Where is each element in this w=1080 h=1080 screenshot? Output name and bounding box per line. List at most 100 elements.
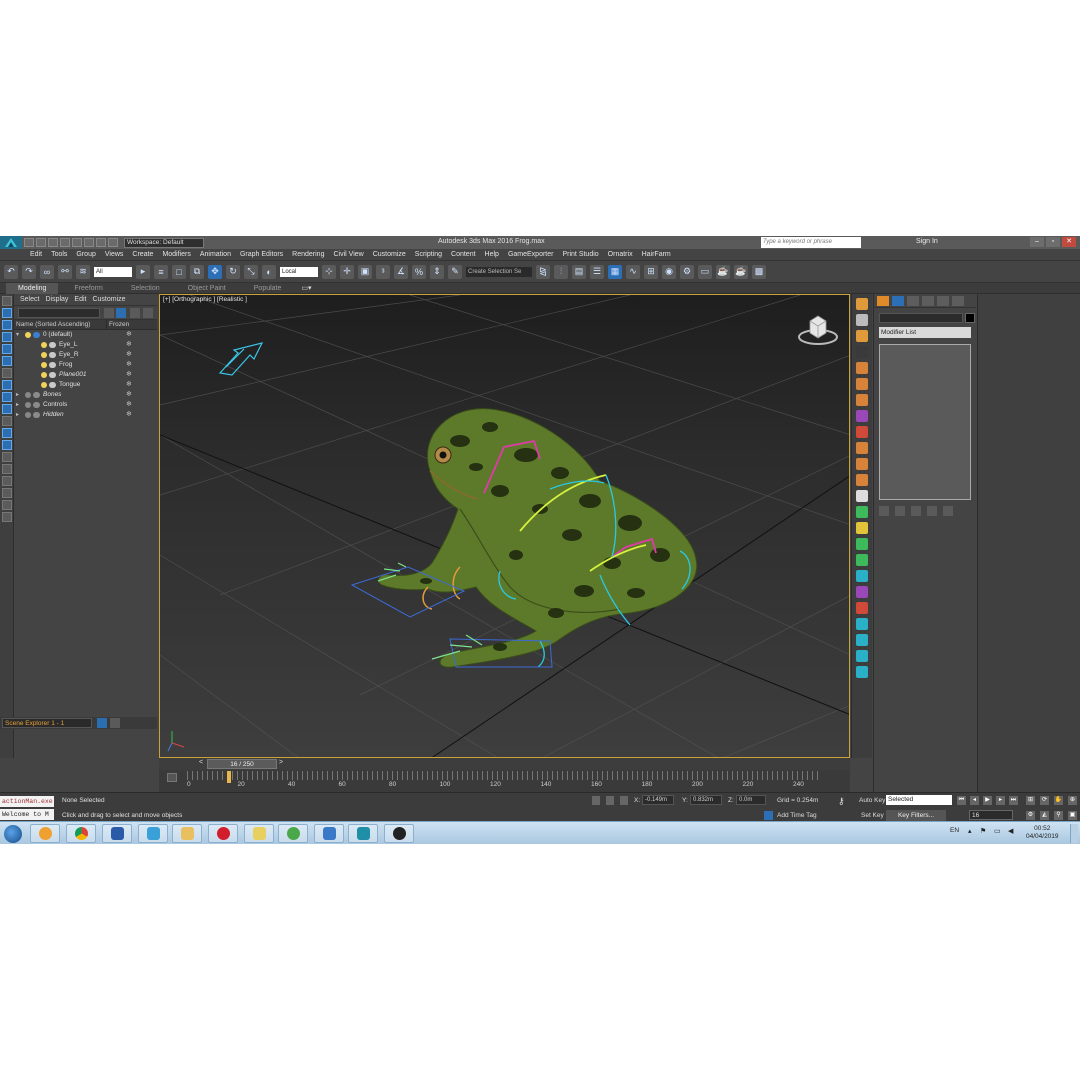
display-geometry-icon[interactable]	[2, 308, 12, 318]
key-filters-button[interactable]: Key Filters...	[886, 810, 946, 821]
ribbon-toggle-icon[interactable]: ▦	[608, 264, 622, 279]
remove-modifier-icon[interactable]	[927, 506, 937, 516]
tool-icon[interactable]	[138, 824, 168, 843]
arm-icon[interactable]	[856, 538, 868, 550]
visibility-icon[interactable]	[41, 362, 47, 368]
tree-row[interactable]: ▸ Controls ❄	[14, 400, 157, 410]
modifier-stack[interactable]	[879, 344, 971, 500]
filter-icon[interactable]	[2, 488, 12, 498]
modifier-list-dropdown[interactable]: Modifier List	[879, 327, 971, 338]
display-shapes-icon[interactable]	[2, 320, 12, 330]
display-all-icon[interactable]	[2, 452, 12, 462]
ribbon-tab-modeling[interactable]: Modeling	[6, 282, 59, 294]
mirror-icon[interactable]: ⧎	[536, 264, 550, 279]
house-icon[interactable]	[856, 298, 868, 310]
play-icon[interactable]: ▶	[983, 796, 992, 805]
foot-icon[interactable]	[856, 522, 868, 534]
wave-icon[interactable]	[856, 650, 868, 662]
expand-icon[interactable]: ▸	[16, 410, 22, 420]
language-indicator[interactable]: EN	[950, 827, 959, 834]
render-activeshade-icon[interactable]: ▩	[752, 264, 766, 279]
render-setup-icon[interactable]: ⚙	[680, 264, 694, 279]
isolate-icon[interactable]	[592, 796, 600, 805]
previous-frame-icon[interactable]: ◂	[970, 796, 979, 805]
remote-icon[interactable]	[314, 824, 344, 843]
pose-icon[interactable]	[856, 506, 868, 518]
display-frozen-icon[interactable]	[2, 428, 12, 438]
percent-snap-icon[interactable]: %	[412, 264, 426, 279]
display-tab-icon[interactable]	[937, 295, 949, 306]
tree-row[interactable]: Frog ❄	[14, 360, 157, 370]
freeze-icon[interactable]: ❄	[126, 400, 132, 410]
sphere-icon[interactable]	[856, 586, 868, 598]
finger-icon[interactable]	[856, 570, 868, 582]
pointer-icon[interactable]	[856, 490, 868, 502]
sign-in-link[interactable]: Sign In	[916, 238, 938, 245]
lock-icon[interactable]	[2, 512, 12, 522]
display-lights-icon[interactable]	[2, 332, 12, 342]
layer-explorer-icon[interactable]: ▤	[572, 264, 586, 279]
menu-item-help[interactable]: Help	[485, 251, 499, 258]
ribbon-minimize-icon[interactable]: ▭▾	[301, 284, 311, 292]
viewport-label[interactable]: [+] [Orthographic ] [Realistic ]	[163, 296, 247, 303]
visibility-icon[interactable]	[25, 392, 31, 398]
tree-row[interactable]: Tongue ❄	[14, 380, 157, 390]
skin-icon[interactable]	[856, 618, 868, 630]
viewport-perspective[interactable]: [+] [Orthographic ] [Realistic ]	[159, 294, 850, 758]
menu-item-modifiers[interactable]: Modifiers	[162, 251, 190, 258]
select-and-move-icon[interactable]: ✥	[208, 264, 222, 279]
motion-tab-icon[interactable]	[922, 295, 934, 306]
absolute-mode-icon[interactable]	[620, 796, 628, 805]
window-crossing-icon[interactable]: ⧉	[190, 264, 204, 279]
selection-lock-icon[interactable]	[606, 796, 614, 805]
utorrent-icon[interactable]	[278, 824, 308, 843]
window-icon[interactable]	[96, 238, 106, 247]
rect-selection-icon[interactable]: □	[172, 264, 186, 279]
visibility-icon[interactable]	[25, 332, 31, 338]
system-clock[interactable]: 00:52 04/04/2019	[1026, 825, 1059, 841]
save-icon[interactable]	[48, 238, 58, 247]
menu-item-scripting[interactable]: Scripting	[415, 251, 442, 258]
redo-icon[interactable]	[72, 238, 82, 247]
menu-item-rendering[interactable]: Rendering	[292, 251, 324, 258]
menu-item-print-studio[interactable]: Print Studio	[562, 251, 598, 258]
display-spacewarps-icon[interactable]	[2, 368, 12, 378]
menu-item-views[interactable]: Views	[105, 251, 124, 258]
place-icon[interactable]: ◐	[262, 264, 276, 279]
network-icon[interactable]: ▭	[994, 827, 1001, 835]
chrome-icon[interactable]	[66, 824, 96, 843]
minimize-icon[interactable]: –	[1030, 237, 1044, 247]
new-icon[interactable]	[24, 238, 34, 247]
spinner-snap-icon[interactable]: ⇕	[430, 264, 444, 279]
freeze-icon[interactable]: ❄	[126, 380, 132, 390]
undo-icon[interactable]	[60, 238, 70, 247]
explorer-toggle-icon[interactable]	[97, 718, 107, 728]
pin-icon[interactable]	[856, 602, 868, 614]
tree-row[interactable]: ▸ Hidden ❄	[14, 410, 157, 420]
go-to-end-icon[interactable]: ⏭	[1009, 796, 1018, 805]
explorer-icon[interactable]	[172, 824, 202, 843]
display-children-icon[interactable]	[2, 464, 12, 474]
menu-item-content[interactable]: Content	[451, 251, 476, 258]
options-icon[interactable]	[143, 308, 153, 318]
next-frame-icon[interactable]: >	[279, 759, 283, 766]
edit-named-selection-icon[interactable]: ✎	[448, 264, 462, 279]
keyboard-shortcut-icon[interactable]: ▣	[358, 264, 372, 279]
app-icon[interactable]	[102, 824, 132, 843]
menu-item-customize[interactable]: Customize	[373, 251, 406, 258]
show-desktop-button[interactable]	[1070, 824, 1078, 843]
zoom-icon[interactable]: ⊕	[1068, 796, 1077, 805]
start-button-icon[interactable]	[4, 825, 22, 843]
close-icon[interactable]: ✕	[1062, 237, 1076, 247]
house-icon-2[interactable]	[856, 330, 868, 342]
select-by-name-icon[interactable]: ≡	[154, 264, 168, 279]
menu-item-tools[interactable]: Tools	[51, 251, 67, 258]
time-slider[interactable]: < 16 / 250 >	[159, 758, 850, 770]
mini-curve-editor-icon[interactable]	[167, 773, 177, 782]
menu-item-group[interactable]: Group	[76, 251, 95, 258]
maximize-viewport-icon[interactable]: ▣	[1068, 811, 1077, 820]
go-to-start-icon[interactable]: ⏮	[957, 796, 966, 805]
list-icon[interactable]	[856, 314, 868, 326]
scene-explorer-dropdown[interactable]: Scene Explorer 1 - 1	[2, 718, 92, 728]
render-iterative-icon[interactable]: ☕	[734, 264, 748, 279]
